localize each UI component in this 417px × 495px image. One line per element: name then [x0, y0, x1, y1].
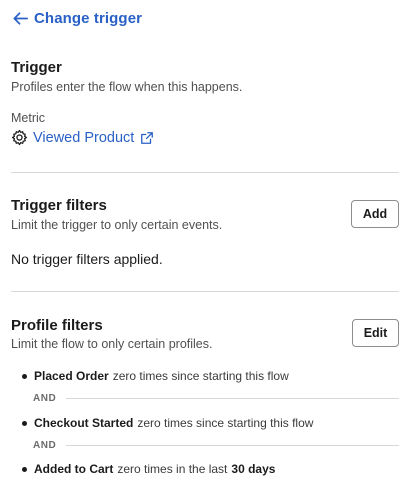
and-separator: AND [33, 393, 399, 404]
profile-filter-item: Added to Cart zero times in the last 30 … [22, 462, 279, 476]
and-line [66, 398, 399, 399]
bullet [22, 466, 27, 472]
add-trigger-filter-button[interactable]: Add [351, 200, 399, 228]
no-trigger-filters-text: No trigger filters applied. [11, 251, 163, 267]
metric-link[interactable]: Viewed Product [33, 130, 154, 146]
change-trigger-link[interactable]: Change trigger [11, 9, 142, 28]
gear-icon [11, 129, 28, 146]
divider [11, 172, 399, 173]
filter-condition: zero times since starting this flow [112, 369, 289, 383]
filter-metric-name: Checkout Started [34, 416, 134, 430]
filter-metric-name: Added to Cart [34, 462, 114, 476]
bullet [22, 420, 27, 426]
metric-value: Viewed Product [33, 129, 135, 146]
trigger-filters-title: Trigger filters [11, 197, 107, 214]
filter-condition: zero times in the last [117, 462, 228, 476]
profile-filter-item: Checkout Started zero times since starti… [22, 416, 313, 430]
metric-label: Metric [11, 111, 46, 125]
and-line [66, 445, 399, 446]
filter-condition: zero times since starting this flow [137, 416, 314, 430]
profile-filter-item: Placed Order zero times since starting t… [22, 369, 289, 383]
divider [11, 291, 399, 292]
and-label: AND [33, 440, 57, 451]
trigger-title: Trigger [11, 59, 62, 76]
and-label: AND [33, 393, 57, 404]
external-link-icon [141, 131, 154, 144]
profile-filters-title: Profile filters [11, 317, 103, 334]
arrow-left-icon [13, 12, 29, 25]
change-trigger-label: Change trigger [34, 10, 143, 27]
trigger-filters-description: Limit the trigger to only certain events… [11, 218, 223, 232]
filter-timeframe: 30 days [231, 462, 276, 476]
trigger-description: Profiles enter the flow when this happen… [11, 80, 243, 94]
bullet [22, 373, 27, 379]
metric-row: Viewed Product [11, 129, 154, 146]
filter-metric-name: Placed Order [34, 369, 109, 383]
and-separator: AND [33, 440, 399, 451]
profile-filters-description: Limit the flow to only certain profiles. [11, 337, 213, 351]
edit-profile-filters-button[interactable]: Edit [352, 319, 399, 347]
